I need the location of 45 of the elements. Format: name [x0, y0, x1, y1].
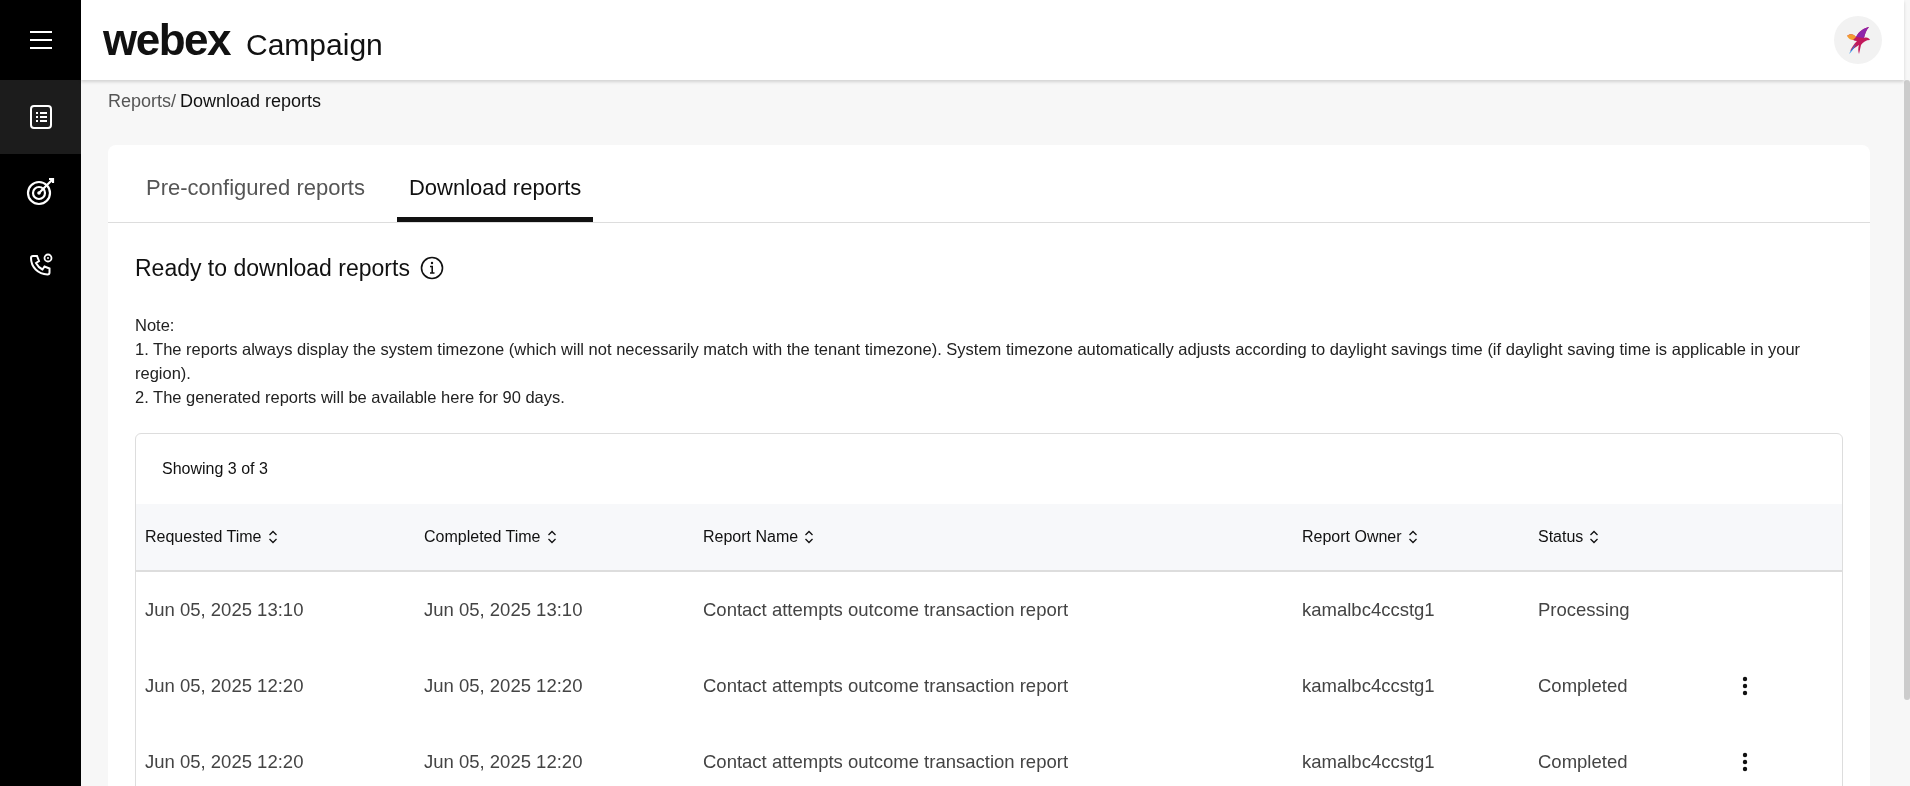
table-cell: Jun 05, 2025 13:10	[424, 599, 583, 620]
sidebar-item[interactable]	[0, 80, 81, 154]
sort-icon[interactable]	[1407, 529, 1418, 545]
target-icon	[25, 176, 56, 206]
table-cell: Contact attempts outcome transaction report	[703, 751, 1069, 772]
table-cell: Contact attempts outcome transaction report	[703, 675, 1069, 696]
breadcrumb-current: Download reports	[180, 90, 322, 112]
list-document-icon	[27, 104, 54, 130]
table-cell: Jun 05, 2025 12:20	[424, 675, 583, 696]
column-header[interactable]: Report Name	[703, 528, 799, 546]
menu-icon	[28, 30, 53, 50]
table-cell: kamalbc4ccstg1	[1302, 751, 1435, 772]
more-vertical-icon	[1742, 676, 1748, 696]
column-header[interactable]: Report Owner	[1302, 528, 1402, 546]
table-cell: Jun 05, 2025 12:20	[145, 751, 304, 772]
sort-icon[interactable]	[546, 529, 557, 545]
tab[interactable]: Download reports	[396, 145, 594, 222]
avatar-icon[interactable]	[1834, 16, 1882, 64]
column-header[interactable]: Requested Time	[145, 528, 262, 546]
sort-icon[interactable]	[267, 529, 278, 545]
info-icon[interactable]	[419, 256, 444, 280]
result-count: Showing 3 of 3	[161, 459, 269, 479]
scrollbar[interactable]	[1904, 80, 1910, 700]
table-cell: Contact attempts outcome transaction report	[703, 599, 1069, 620]
sort-icon[interactable]	[804, 529, 815, 545]
table-cell: kamalbc4ccstg1	[1302, 599, 1435, 620]
note-text: Note:	[135, 315, 176, 336]
table-cell: Jun 05, 2025 12:20	[424, 751, 583, 772]
brand-logo-text: webex	[103, 15, 230, 65]
tab[interactable]: Pre-configured reports	[134, 145, 377, 222]
table-cell: Jun 05, 2025 13:10	[145, 599, 304, 620]
table-cell: Processing	[1538, 599, 1630, 620]
more-vertical-icon	[1742, 752, 1748, 772]
note-text: 1. The reports always display the system timezone (which will not necessarily match with the tenant timezone). System timezone automatically adjusts according to daylight savings time (if daylight saving time is applicable in your region).	[135, 339, 1802, 384]
column-header[interactable]: Completed Time	[424, 528, 541, 546]
table-cell: kamalbc4ccstg1	[1302, 675, 1435, 696]
table-cell: Completed	[1538, 675, 1628, 696]
breadcrumb-link[interactable]: Reports/	[108, 90, 177, 112]
column-header[interactable]: Status	[1538, 528, 1584, 546]
note-text: 2. The generated reports will be available here for 90 days.	[135, 387, 566, 408]
product-name: Campaign	[246, 28, 383, 62]
table-cell: Completed	[1538, 751, 1628, 772]
sort-icon[interactable]	[1589, 529, 1600, 545]
table-cell: Jun 05, 2025 12:20	[145, 675, 304, 696]
section-title: Ready to download reports	[135, 254, 410, 282]
